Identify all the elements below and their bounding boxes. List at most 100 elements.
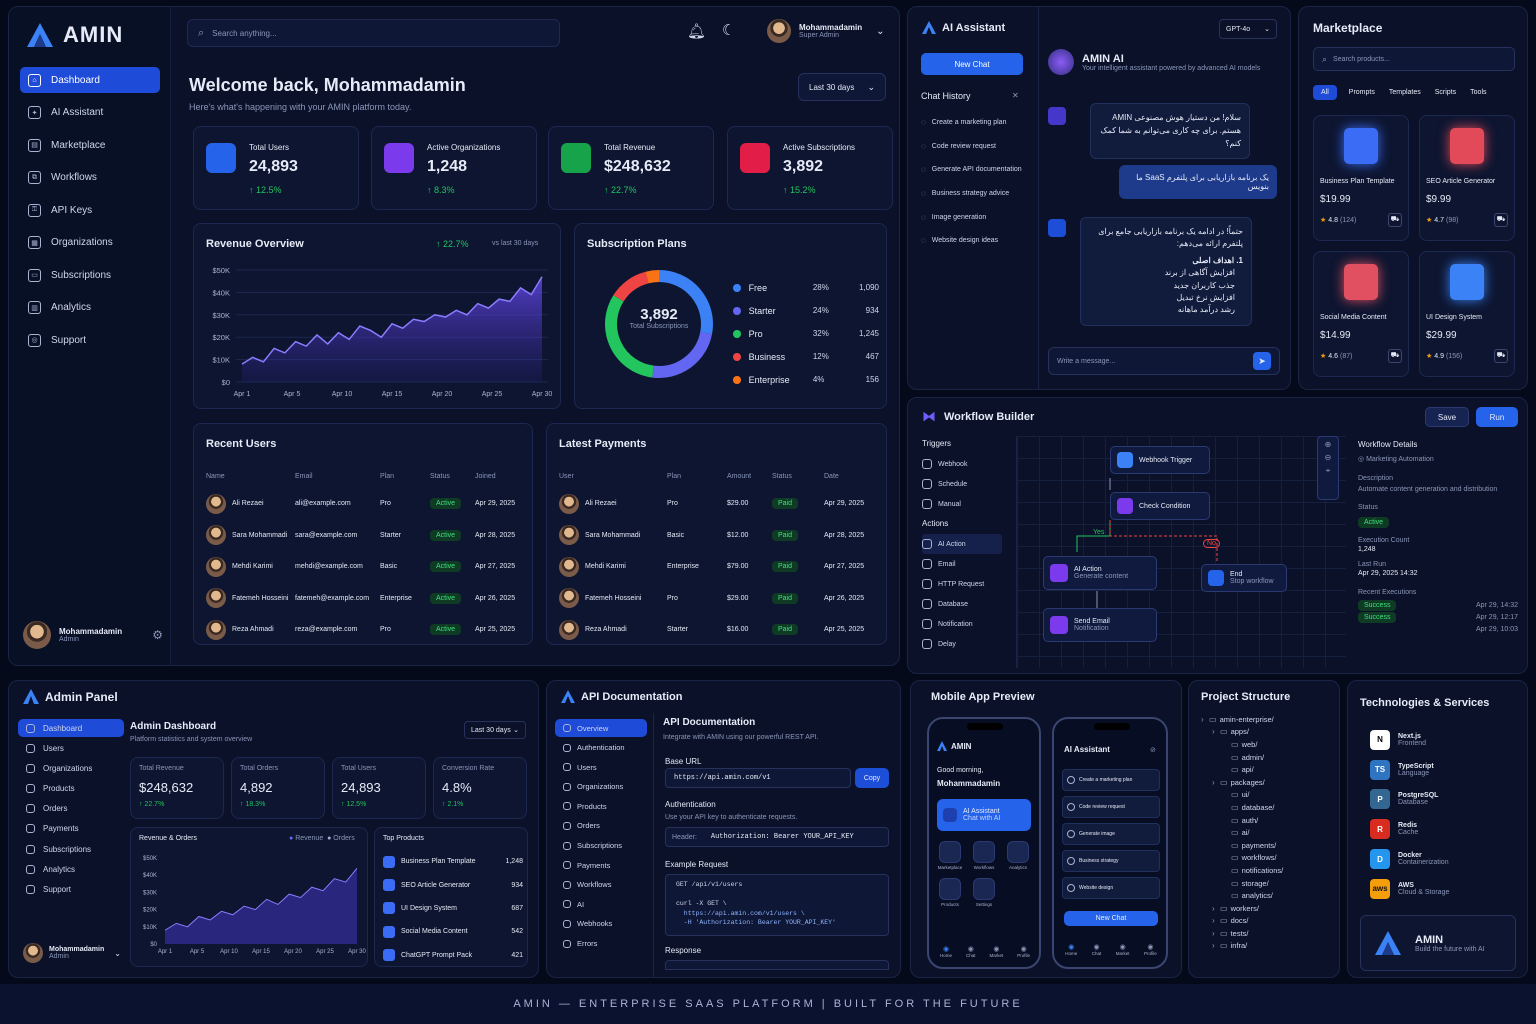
tab-tools[interactable]: Tools: [1468, 85, 1488, 100]
api-nav-webhooks[interactable]: Webhooks: [555, 915, 647, 933]
admin-nav-support[interactable]: Support: [18, 881, 124, 899]
check-condition-node[interactable]: Check Condition: [1110, 492, 1210, 520]
tree-item[interactable]: ▭ ai/: [1201, 826, 1337, 839]
save-button[interactable]: Save: [1425, 407, 1469, 427]
table-row[interactable]: Fatemeh Hosseini Pro $29.00 Paid Apr 26, 202…: [559, 583, 881, 615]
tree-item[interactable]: › ▭ tests/: [1201, 927, 1337, 940]
api-nav-users[interactable]: Users: [555, 758, 647, 776]
sidebar-user[interactable]: Mohammadamin Admin ⚙: [23, 621, 163, 649]
api-nav-subscriptions[interactable]: Subscriptions: [555, 837, 647, 855]
global-search[interactable]: ⌕ Search anything...: [187, 19, 560, 47]
fit-icon[interactable]: ⌖: [1318, 466, 1338, 476]
tree-item[interactable]: ▭ admin/: [1201, 751, 1337, 764]
mobile-new-chat-button[interactable]: New Chat: [1064, 911, 1158, 926]
mobile-chat-item[interactable]: Generate image: [1062, 823, 1160, 845]
model-select[interactable]: GPT-4o ⌄: [1219, 19, 1277, 39]
sidebar-item-analytics[interactable]: ▥ Analytics: [20, 295, 160, 321]
tree-item[interactable]: › ▭ docs/: [1201, 915, 1337, 928]
tree-item[interactable]: › ▭ packages/: [1201, 776, 1337, 789]
cart-icon[interactable]: ⛟: [1494, 213, 1508, 227]
table-row[interactable]: Ali Rezaei Pro $29.00 Paid Apr 29, 2025: [559, 488, 881, 520]
workflow-action-item[interactable]: Notification: [922, 614, 1002, 634]
table-row[interactable]: Reza Ahmadi reza@example.com Pro Active Apr …: [206, 614, 526, 646]
admin-nav-organizations[interactable]: Organizations: [18, 759, 124, 777]
api-nav-orders[interactable]: Orders: [555, 817, 647, 835]
table-row[interactable]: Reza Ahmadi Starter $16.00 Paid Apr 25, 2025: [559, 614, 881, 646]
tree-item[interactable]: ▭ api/: [1201, 763, 1337, 776]
api-nav-authentication[interactable]: Authentication: [555, 739, 647, 757]
top-product-row[interactable]: ChatGPT Prompt Pack 421: [383, 944, 523, 967]
api-nav-workflows[interactable]: Workflows: [555, 876, 647, 894]
ai-action-node[interactable]: AI Action Generate content: [1043, 556, 1157, 590]
sidebar-item-ai-assistant[interactable]: ✦ AI Assistant: [20, 100, 160, 126]
top-product-row[interactable]: UI Design System 687: [383, 897, 523, 920]
send-icon[interactable]: ➤: [1253, 352, 1271, 370]
tree-item[interactable]: ▭ web/: [1201, 738, 1337, 751]
sidebar-item-support[interactable]: ◎ Support: [20, 327, 160, 353]
workflow-action-item[interactable]: Email: [922, 554, 1002, 574]
chat-history-item[interactable]: ◌ Create a marketing plan: [921, 111, 1036, 135]
send-email-node[interactable]: Send Email Notification: [1043, 608, 1157, 642]
table-row[interactable]: Mehdi Karimi Enterprise $79.00 Paid Apr 27, …: [559, 551, 881, 583]
top-product-row[interactable]: Social Media Content 542: [383, 920, 523, 943]
moon-icon[interactable]: ☾: [722, 21, 735, 39]
search-input[interactable]: Search anything...: [212, 29, 276, 38]
sidebar-item-api-keys[interactable]: ⚿ API Keys: [20, 197, 160, 223]
brand-logo[interactable]: AMIN: [25, 21, 123, 49]
tree-item[interactable]: ▭ auth/: [1201, 814, 1337, 827]
admin-nav-payments[interactable]: Payments: [18, 820, 124, 838]
date-range-select[interactable]: Last 30 days ⌄: [798, 73, 886, 101]
mobile-chat-item[interactable]: Business strategy: [1062, 850, 1160, 872]
tree-item[interactable]: › ▭ apps/: [1201, 726, 1337, 739]
message-input[interactable]: Write a message... ➤: [1048, 347, 1280, 375]
mobile-chat-item[interactable]: Code review request: [1062, 796, 1160, 818]
workflow-action-item[interactable]: Delay: [922, 634, 1002, 654]
admin-range-select[interactable]: Last 30 days ⌄: [464, 721, 526, 739]
chat-history-item[interactable]: ◌ Code review request: [921, 135, 1036, 159]
chat-history-item[interactable]: ◌ Business strategy advice: [921, 182, 1036, 206]
workflow-action-item[interactable]: AI Action: [922, 534, 1002, 554]
collapse-icon[interactable]: ✕: [1012, 91, 1019, 100]
webhook-trigger-node[interactable]: Webhook Trigger: [1110, 446, 1210, 474]
mobile-tile[interactable]: Workflows: [971, 841, 997, 870]
tree-item[interactable]: › ▭ amin-enterprise/: [1201, 713, 1337, 726]
api-nav-overview[interactable]: Overview: [555, 719, 647, 737]
mobile-tile[interactable]: Settings: [971, 878, 997, 907]
workflow-action-item[interactable]: HTTP Request: [922, 574, 1002, 594]
mobile-tab-home[interactable]: ◉ Home: [1065, 943, 1077, 956]
tree-item[interactable]: ▭ ui/: [1201, 789, 1337, 802]
table-row[interactable]: Fatemeh Hosseini fatemeh@example.com Enter…: [206, 583, 526, 615]
mobile-tab-home[interactable]: ◉ Home: [940, 945, 952, 958]
tree-item[interactable]: ▭ analytics/: [1201, 889, 1337, 902]
tree-item[interactable]: ▭ workflows/: [1201, 852, 1337, 865]
mobile-tab-market[interactable]: ◉ Market: [1116, 943, 1130, 956]
settings-gear-icon[interactable]: ⚙: [152, 628, 163, 642]
base-url-field[interactable]: https://api.amin.com/v1: [665, 768, 851, 788]
mobile-tab-chat[interactable]: ◉ Chat: [966, 945, 976, 958]
product-card[interactable]: Social Media Content $14.99 ★ 4.6 (87) ⛟: [1313, 251, 1409, 377]
cart-icon[interactable]: ⛟: [1494, 349, 1508, 363]
top-product-row[interactable]: Business Plan Template 1,248: [383, 850, 523, 873]
mobile-chat-item[interactable]: Website design: [1062, 877, 1160, 899]
mobile-tile[interactable]: Products: [937, 878, 963, 907]
end-node[interactable]: End Stop workflow: [1201, 564, 1287, 592]
table-row[interactable]: Ali Rezaei ali@example.com Pro Active Apr 29…: [206, 488, 526, 520]
tree-item[interactable]: ▭ database/: [1201, 801, 1337, 814]
top-product-row[interactable]: SEO Article Generator 934: [383, 873, 523, 896]
tree-item[interactable]: ▭ storage/: [1201, 877, 1337, 890]
workflow-trigger-item[interactable]: Manual: [922, 494, 967, 514]
bell-icon[interactable]: 🔔︎: [687, 22, 706, 40]
workflow-trigger-item[interactable]: Schedule: [922, 474, 967, 494]
admin-nav-analytics[interactable]: Analytics: [18, 860, 124, 878]
workflow-canvas[interactable]: Yes No Webhook Trigger Check Condition A…: [1016, 436, 1346, 668]
tree-item[interactable]: › ▭ infra/: [1201, 940, 1337, 953]
mobile-tile[interactable]: Marketplace: [937, 841, 963, 870]
mobile-chat-item[interactable]: Create a marketing plan: [1062, 769, 1160, 791]
mobile-ai-card[interactable]: AI Assistant Chat with AI: [937, 799, 1031, 831]
table-row[interactable]: Sara Mohammadi sara@example.com Starter Act…: [206, 520, 526, 552]
tab-prompts[interactable]: Prompts: [1347, 85, 1377, 100]
tree-item[interactable]: › ▭ workers/: [1201, 902, 1337, 915]
mobile-tile[interactable]: Analytics: [1005, 841, 1031, 870]
product-card[interactable]: SEO Article Generator $9.99 ★ 4.7 (98) ⛟: [1419, 115, 1515, 241]
sidebar-item-organizations[interactable]: ▦ Organizations: [20, 230, 160, 256]
